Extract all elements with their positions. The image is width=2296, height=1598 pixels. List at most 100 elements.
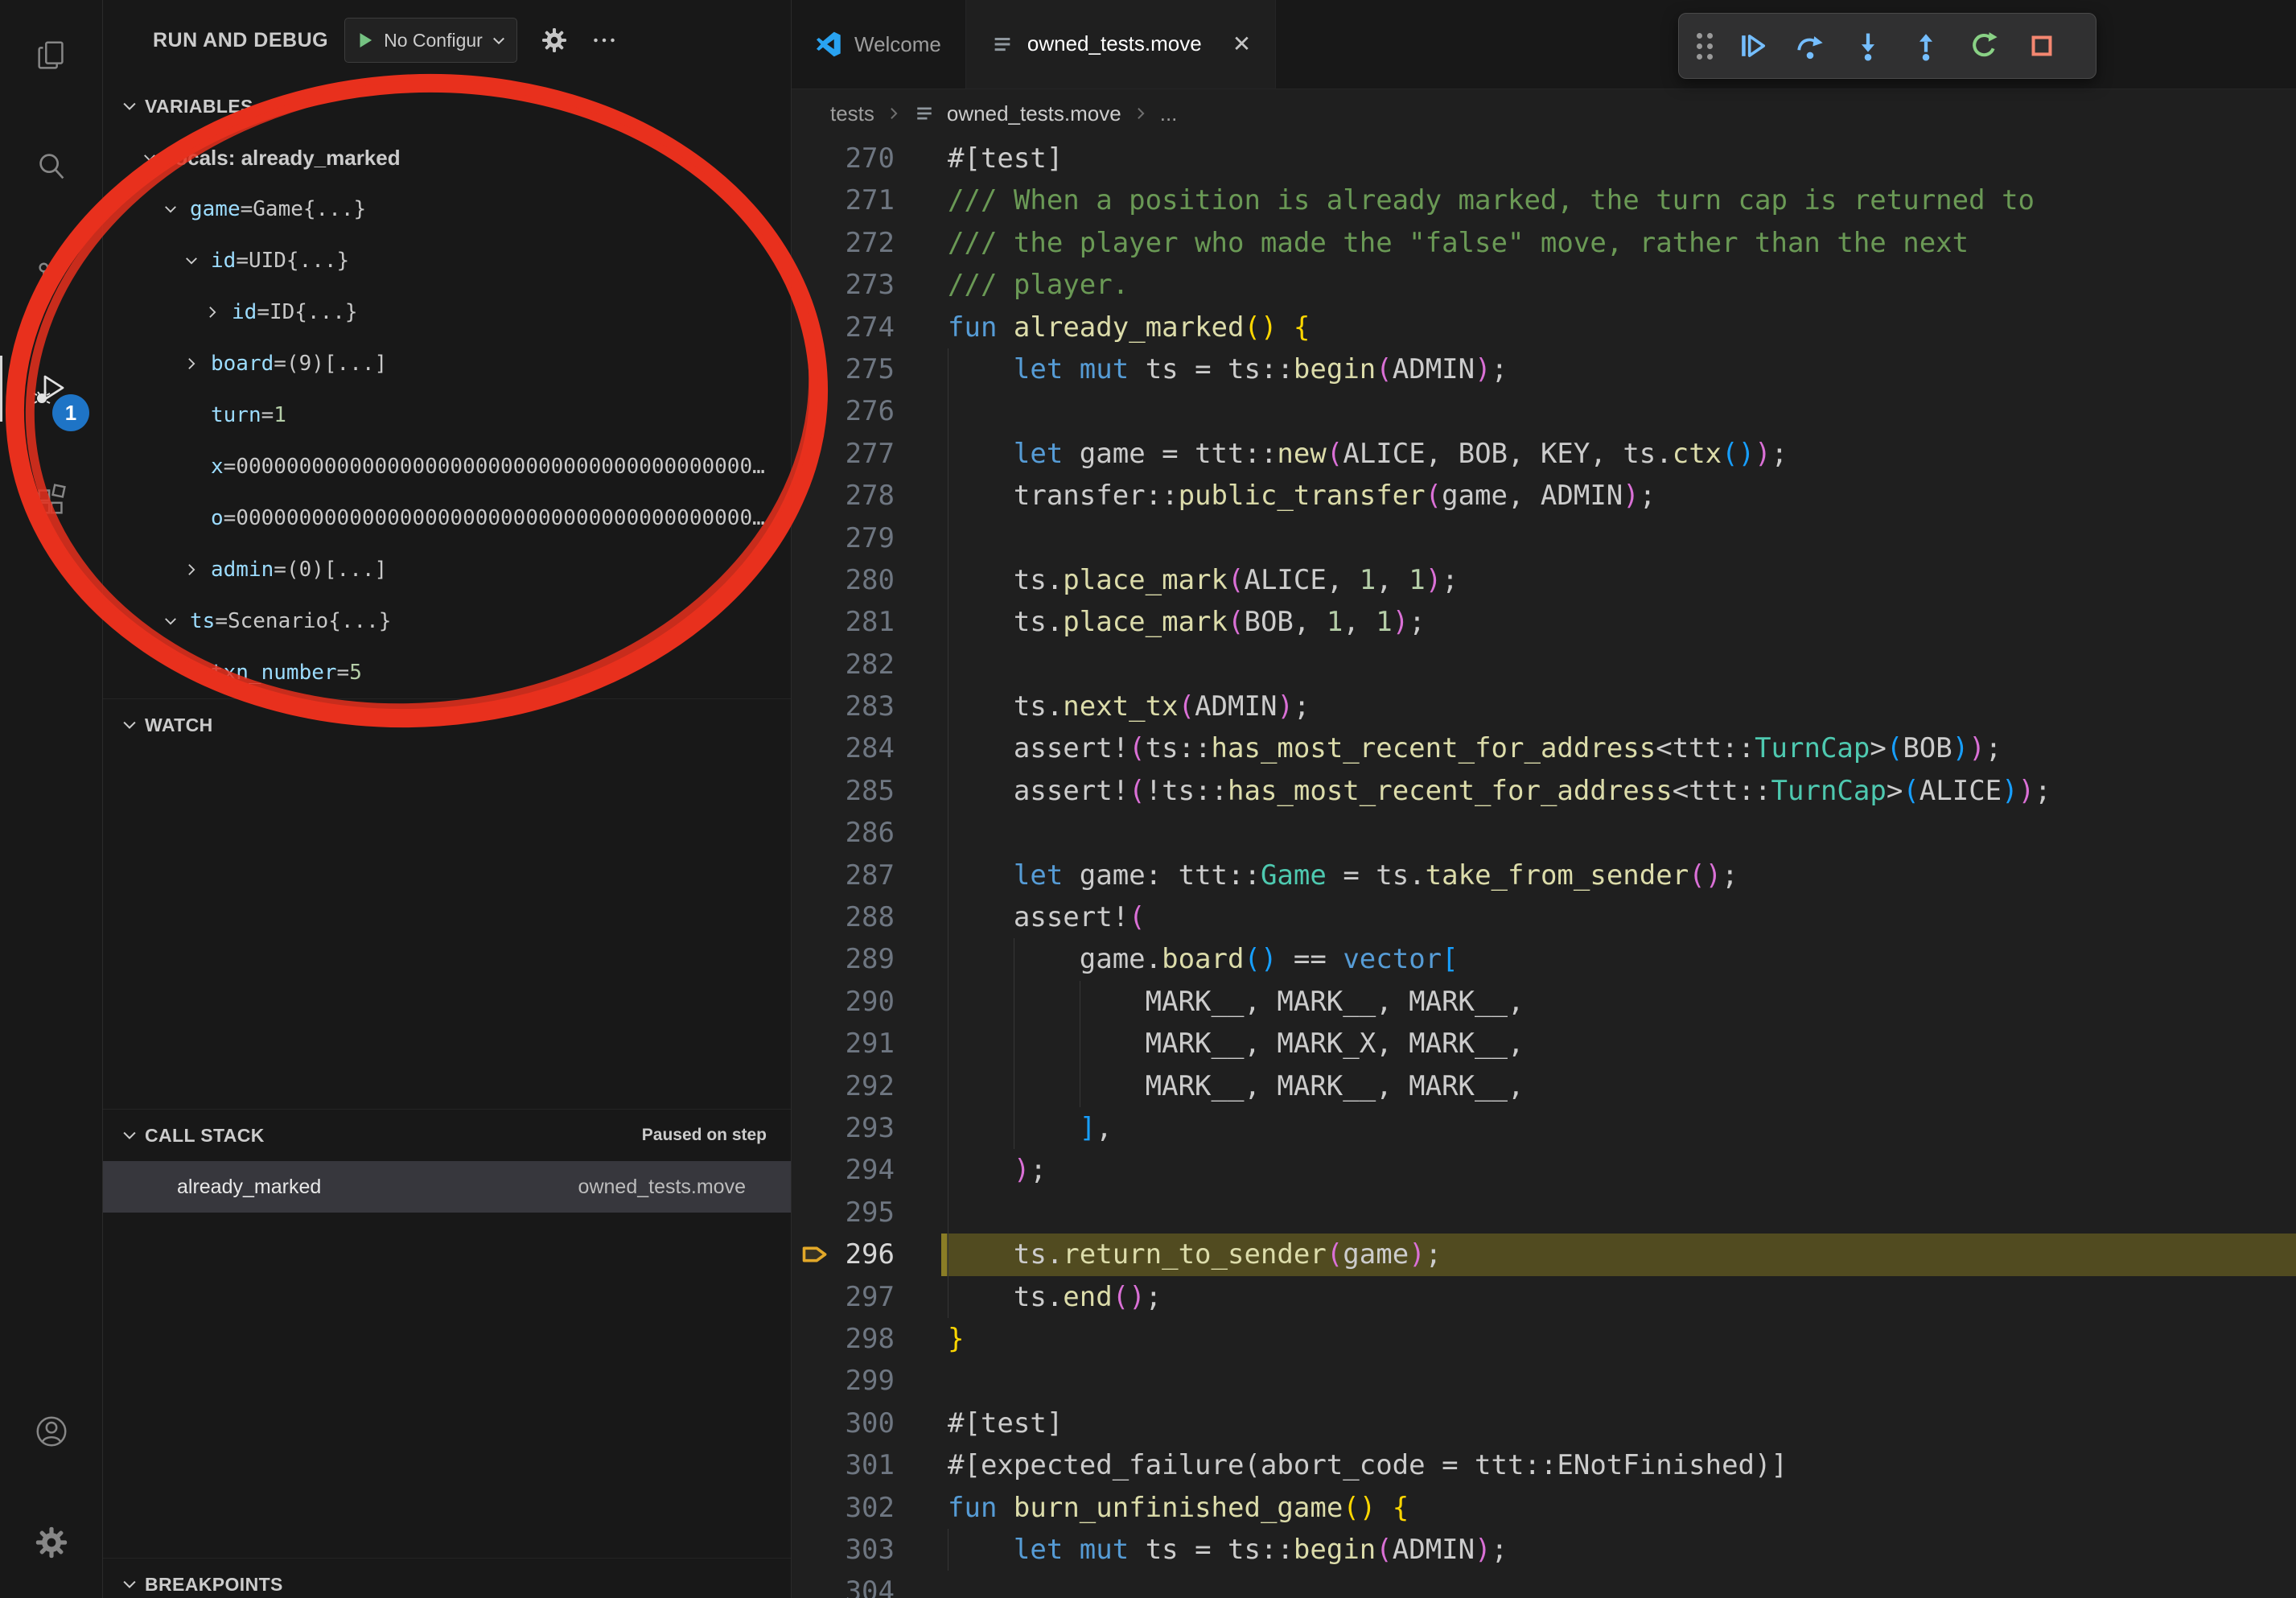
chevron-right-icon[interactable] bbox=[183, 562, 200, 578]
line-number[interactable]: 302 bbox=[838, 1487, 895, 1529]
line-number[interactable]: 270 bbox=[838, 138, 895, 179]
chevron-right-icon[interactable] bbox=[204, 304, 220, 320]
line-number[interactable]: 290 bbox=[838, 981, 895, 1023]
variable-row[interactable]: id = UID{...} bbox=[103, 235, 791, 286]
continue-button[interactable] bbox=[1726, 19, 1779, 72]
variable-value: ID{...} bbox=[270, 300, 358, 324]
variable-row[interactable]: id = ID{...} bbox=[103, 286, 791, 338]
variable-value: UID{...} bbox=[249, 249, 349, 273]
tab-owned-tests[interactable]: owned_tests.move ✕ bbox=[966, 0, 1276, 89]
variable-row[interactable]: txn_number = 5 bbox=[103, 647, 791, 698]
line-number[interactable]: 286 bbox=[838, 812, 895, 854]
line-number[interactable]: 295 bbox=[838, 1192, 895, 1234]
views-more-actions-button[interactable] bbox=[590, 26, 619, 55]
variable-name: board bbox=[211, 352, 274, 376]
debug-config-dropdown[interactable]: No Configur bbox=[344, 18, 517, 63]
close-icon[interactable]: ✕ bbox=[1232, 33, 1251, 56]
manage-button[interactable] bbox=[0, 1487, 102, 1598]
line-number[interactable]: 287 bbox=[838, 855, 895, 896]
line-number[interactable]: 288 bbox=[838, 896, 895, 938]
watch-section-header[interactable]: WATCH bbox=[103, 698, 791, 751]
line-number[interactable]: 301 bbox=[838, 1444, 895, 1486]
line-number[interactable]: 282 bbox=[838, 644, 895, 686]
line-number[interactable]: 281 bbox=[838, 601, 895, 643]
line-number[interactable]: 273 bbox=[838, 264, 895, 306]
variable-row[interactable]: board = (9)[...] bbox=[103, 338, 791, 389]
line-number[interactable]: 292 bbox=[838, 1065, 895, 1107]
step-out-button[interactable] bbox=[1899, 19, 1952, 72]
code-editor[interactable]: 270#[test]271/// When a position is alre… bbox=[792, 138, 2296, 1598]
run-and-debug-sidebar: RUN AND DEBUG No Configur bbox=[103, 0, 792, 1598]
variables-section-header[interactable]: VARIABLES bbox=[103, 80, 791, 132]
breadcrumb-item-file[interactable]: owned_tests.move bbox=[947, 101, 1121, 126]
breadcrumb-item-tests[interactable]: tests bbox=[830, 101, 874, 126]
chevron-right-icon[interactable] bbox=[183, 356, 200, 372]
stop-button[interactable] bbox=[2015, 19, 2068, 72]
line-number[interactable]: 297 bbox=[838, 1276, 895, 1318]
line-number[interactable]: 296 bbox=[838, 1234, 895, 1275]
line-number[interactable]: 293 bbox=[838, 1107, 895, 1149]
activity-bar: 1 bbox=[0, 0, 103, 1598]
code-line: 276 bbox=[792, 390, 2296, 432]
line-number[interactable]: 304 bbox=[838, 1571, 895, 1598]
line-number[interactable]: 284 bbox=[838, 727, 895, 769]
line-number[interactable]: 285 bbox=[838, 770, 895, 812]
code-line: 288 assert!( bbox=[792, 896, 2296, 938]
debug-toolbar bbox=[1678, 13, 2096, 79]
line-number[interactable]: 275 bbox=[838, 348, 895, 390]
line-number[interactable]: 279 bbox=[838, 517, 895, 559]
chevron-down-icon[interactable] bbox=[183, 253, 200, 269]
line-number[interactable]: 277 bbox=[838, 433, 895, 475]
breakpoints-section-header[interactable]: BREAKPOINTS bbox=[103, 1558, 791, 1598]
line-number[interactable]: 298 bbox=[838, 1318, 895, 1360]
line-number[interactable]: 299 bbox=[838, 1360, 895, 1402]
step-over-button[interactable] bbox=[1784, 19, 1837, 72]
sidebar-item-explorer[interactable] bbox=[0, 0, 102, 111]
chevron-down-icon[interactable] bbox=[163, 613, 179, 629]
code-line: 279 bbox=[792, 517, 2296, 559]
accounts-icon bbox=[33, 1413, 70, 1450]
line-number[interactable]: 303 bbox=[838, 1529, 895, 1571]
code-line: 299 bbox=[792, 1360, 2296, 1402]
line-number[interactable]: 283 bbox=[838, 686, 895, 727]
variables-scope-row[interactable]: locals: already_marked bbox=[103, 132, 791, 183]
launch-settings-button[interactable] bbox=[540, 26, 569, 55]
call-stack-section-header[interactable]: CALL STACK Paused on step bbox=[103, 1109, 791, 1161]
variable-row[interactable]: admin = (0)[...] bbox=[103, 544, 791, 595]
variable-row[interactable]: turn = 1 bbox=[103, 389, 791, 441]
line-number[interactable]: 276 bbox=[838, 390, 895, 432]
variable-row[interactable]: game = Game{...} bbox=[103, 183, 791, 235]
sidebar-item-extensions[interactable] bbox=[0, 444, 102, 555]
line-number[interactable]: 289 bbox=[838, 938, 895, 980]
sidebar-item-run-and-debug[interactable]: 1 bbox=[0, 333, 102, 444]
debug-badge: 1 bbox=[52, 394, 89, 431]
code-line: 281 ts.place_mark(BOB, 1, 1); bbox=[792, 601, 2296, 643]
call-stack-frame[interactable]: already_marked owned_tests.move bbox=[103, 1161, 791, 1213]
breadcrumb-item-symbol[interactable]: ... bbox=[1160, 101, 1178, 126]
tab-welcome[interactable]: Welcome bbox=[792, 0, 966, 89]
line-number[interactable]: 272 bbox=[838, 222, 895, 264]
variable-row[interactable]: ts = Scenario{...} bbox=[103, 595, 791, 647]
line-number[interactable]: 300 bbox=[838, 1402, 895, 1444]
line-number[interactable]: 294 bbox=[838, 1149, 895, 1191]
line-number[interactable]: 274 bbox=[838, 307, 895, 348]
code-line: 304 bbox=[792, 1571, 2296, 1598]
file-icon bbox=[913, 102, 936, 125]
sidebar-item-search[interactable] bbox=[0, 111, 102, 222]
line-number[interactable]: 278 bbox=[838, 475, 895, 517]
variable-value: Game{...} bbox=[253, 197, 366, 221]
line-number[interactable]: 280 bbox=[838, 559, 895, 601]
drag-handle-icon[interactable] bbox=[1697, 33, 1713, 60]
code-line: 292 MARK__, MARK__, MARK__, bbox=[792, 1065, 2296, 1107]
restart-button[interactable] bbox=[1957, 19, 2010, 72]
accounts-button[interactable] bbox=[0, 1376, 102, 1487]
sidebar-item-source-control[interactable] bbox=[0, 222, 102, 333]
variable-row[interactable]: o = 000000000000000000000000000000000000… bbox=[103, 492, 791, 544]
step-into-button[interactable] bbox=[1841, 19, 1895, 72]
line-number[interactable]: 271 bbox=[838, 179, 895, 221]
chevron-down-icon[interactable] bbox=[163, 201, 179, 217]
variable-row[interactable]: x = 000000000000000000000000000000000000… bbox=[103, 441, 791, 492]
line-number[interactable]: 291 bbox=[838, 1023, 895, 1065]
chevron-right-icon bbox=[1133, 105, 1149, 121]
chevron-down-icon[interactable] bbox=[142, 150, 158, 166]
